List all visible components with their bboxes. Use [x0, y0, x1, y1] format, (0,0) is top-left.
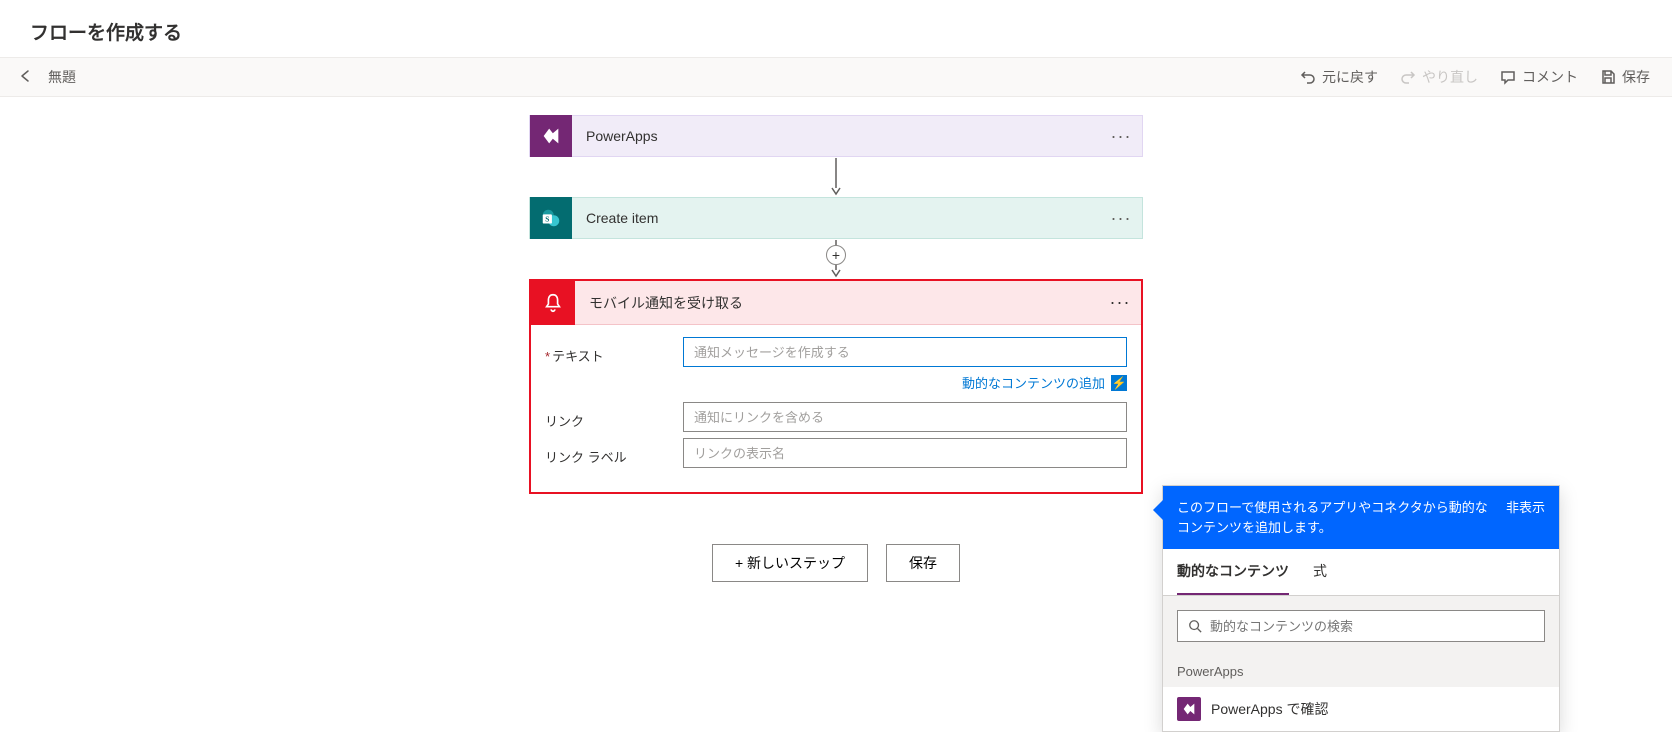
back-button[interactable] — [18, 68, 34, 87]
tab-dynamic-content[interactable]: 動的なコンテンツ — [1177, 549, 1289, 595]
powerapps-icon — [530, 115, 572, 157]
step-sharepoint-more[interactable]: ··· — [1100, 208, 1142, 229]
panel-caret — [1153, 500, 1163, 520]
new-step-button[interactable]: + 新しいステップ — [712, 544, 868, 582]
dynamic-item-label: PowerApps で確認 — [1211, 699, 1328, 719]
dynamic-content-panel: このフローで使用されるアプリやコネクタから動的なコンテンツを追加します。 非表示… — [1162, 485, 1560, 732]
step-notification-more[interactable]: ··· — [1099, 292, 1141, 313]
comment-button[interactable]: コメント — [1496, 63, 1582, 91]
undo-button[interactable]: 元に戻す — [1296, 63, 1382, 91]
editor-toolbar: 無題 元に戻す やり直し コメント 保存 — [0, 57, 1672, 97]
step-sharepoint-label: Create item — [572, 210, 1100, 226]
step-sharepoint[interactable]: S Create item ··· — [529, 197, 1143, 239]
flow-save-button[interactable]: 保存 — [886, 544, 960, 582]
field-text-label: テキスト — [552, 349, 604, 364]
step-powerapps-more[interactable]: ··· — [1100, 126, 1142, 147]
field-text-input[interactable] — [683, 337, 1127, 367]
step-powerapps-label: PowerApps — [572, 128, 1100, 144]
insert-step-button[interactable]: + — [826, 245, 846, 265]
search-icon — [1188, 619, 1202, 633]
page-title: フローを作成する — [30, 18, 1642, 45]
undo-label: 元に戻す — [1322, 67, 1378, 87]
powerapps-icon — [1177, 697, 1201, 721]
connector-arrow — [830, 157, 842, 197]
flow-canvas: PowerApps ··· S Create item ··· + — [0, 115, 1672, 693]
field-link-input[interactable] — [683, 402, 1127, 432]
flow-name[interactable]: 無題 — [48, 67, 76, 87]
svg-text:S: S — [545, 215, 549, 224]
dynamic-section-title: PowerApps — [1163, 656, 1559, 687]
step-notification-header[interactable]: モバイル通知を受け取る ··· — [531, 281, 1141, 325]
bell-icon — [531, 281, 575, 325]
step-powerapps[interactable]: PowerApps ··· — [529, 115, 1143, 157]
step-notification-title: モバイル通知を受け取る — [575, 293, 1099, 313]
add-dynamic-content-label: 動的なコンテンツの追加 — [962, 373, 1105, 392]
tab-expression[interactable]: 式 — [1313, 549, 1327, 595]
redo-label: やり直し — [1422, 67, 1478, 87]
add-dynamic-content-link[interactable]: 動的なコンテンツの追加 ⚡ — [962, 373, 1127, 392]
dynamic-search-input[interactable] — [1210, 619, 1534, 634]
redo-button: やり直し — [1396, 63, 1482, 91]
field-link-label: リンク — [545, 414, 584, 429]
comment-label: コメント — [1522, 67, 1578, 87]
dynamic-item-powerapps-confirm[interactable]: PowerApps で確認 — [1163, 687, 1559, 731]
step-notification: モバイル通知を受け取る ··· *テキスト 動的なコンテンツの追加 ⚡ リンク — [529, 279, 1143, 494]
field-linklabel-label: リンク ラベル — [545, 450, 627, 465]
dynamic-search-box[interactable] — [1177, 610, 1545, 642]
lightning-icon: ⚡ — [1111, 375, 1127, 391]
panel-description: このフローで使用されるアプリやコネクタから動的なコンテンツを追加します。 — [1177, 498, 1496, 537]
save-button[interactable]: 保存 — [1596, 63, 1654, 91]
panel-hide-button[interactable]: 非表示 — [1506, 498, 1545, 518]
field-linklabel-input[interactable] — [683, 438, 1127, 468]
save-label: 保存 — [1622, 67, 1650, 87]
connector-arrow-plus: + — [830, 239, 842, 279]
sharepoint-icon: S — [530, 197, 572, 239]
